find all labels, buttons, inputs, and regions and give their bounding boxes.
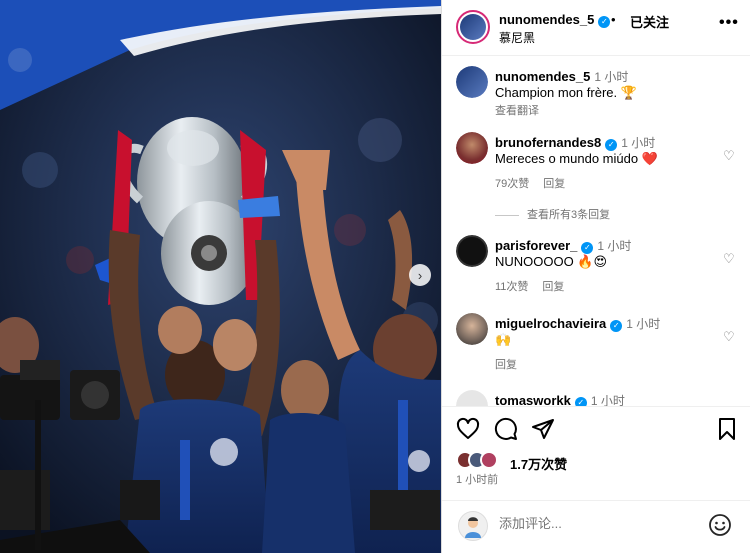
caption-avatar[interactable] bbox=[456, 66, 488, 98]
separator-dot: • bbox=[611, 12, 616, 27]
verified-icon: ✓ bbox=[610, 320, 623, 332]
celebration-photo bbox=[0, 0, 441, 553]
verified-icon: ✓ bbox=[605, 139, 618, 151]
translate-link[interactable]: 查看翻译 bbox=[495, 102, 539, 118]
comment-input[interactable] bbox=[499, 516, 699, 531]
comment-text: Mereces o mundo miúdo ❤️ bbox=[495, 151, 658, 166]
verified-icon: ✓ bbox=[581, 242, 594, 254]
reply-button[interactable]: 回复 bbox=[542, 281, 564, 293]
follow-button[interactable]: 已关注 bbox=[630, 12, 669, 31]
comment-heart-icon[interactable]: ♡ bbox=[723, 251, 735, 267]
comment-meta: 79次赞 回复 bbox=[495, 175, 579, 191]
verified-icon: ✓ bbox=[598, 16, 611, 28]
reply-button[interactable]: 回复 bbox=[543, 178, 565, 190]
post-location[interactable]: 慕尼黑 bbox=[499, 29, 535, 46]
share-icon[interactable] bbox=[531, 417, 555, 441]
commenter-username[interactable]: brunofernandes8 ✓ 1 小时 bbox=[495, 134, 655, 151]
commenter-username-text[interactable]: brunofernandes8 bbox=[495, 135, 601, 150]
verified-icon: ✓ bbox=[574, 397, 587, 406]
commenter-username[interactable]: tomasworkk ✓ 1 小时 bbox=[495, 392, 625, 406]
commenter-avatar[interactable] bbox=[456, 235, 488, 267]
commenter-username-text[interactable]: tomasworkk bbox=[495, 393, 571, 406]
commenter-username-text[interactable]: parisforever_ bbox=[495, 238, 577, 253]
comment-meta: 11次赞 回复 bbox=[495, 278, 578, 294]
chevron-right-icon[interactable]: › bbox=[409, 264, 431, 286]
comment-time: 1 小时 bbox=[626, 317, 661, 331]
post-header: nunomendes_5 ✓ • 已关注 慕尼黑 ••• bbox=[442, 0, 750, 56]
user-avatar-icon bbox=[465, 517, 481, 538]
author-avatar[interactable] bbox=[456, 10, 490, 44]
comment-time: 1 小时 bbox=[597, 239, 632, 253]
comment-likes[interactable]: 79次赞 bbox=[495, 178, 529, 190]
commenter-username[interactable]: miguelrochavieira ✓ 1 小时 bbox=[495, 315, 660, 332]
current-user-avatar bbox=[458, 511, 488, 541]
view-replies-button[interactable]: 查看所有3条回复 bbox=[495, 206, 610, 222]
post-timestamp[interactable]: 1 小时前 bbox=[456, 471, 498, 487]
commenter-avatar[interactable] bbox=[456, 313, 488, 345]
comment-icon[interactable] bbox=[494, 417, 518, 441]
comments-list[interactable]: nunomendes_5 1 小时 Champion mon frère. 🏆 查… bbox=[442, 56, 750, 406]
comment-text: NUNOOOOO 🔥😍 bbox=[495, 254, 608, 269]
post-sidebar: nunomendes_5 ✓ • 已关注 慕尼黑 ••• nunomendes_5… bbox=[441, 0, 750, 553]
comment-meta: 回复 bbox=[495, 356, 531, 372]
bookmark-icon[interactable] bbox=[715, 417, 739, 441]
commenter-avatar[interactable] bbox=[456, 390, 488, 406]
comment-text: 🙌 bbox=[495, 332, 512, 347]
caption-text: Champion mon frère. 🏆 bbox=[495, 85, 637, 100]
author-username-text[interactable]: nunomendes_5 bbox=[499, 12, 594, 27]
heart-icon[interactable] bbox=[456, 417, 480, 441]
comment-likes[interactable]: 11次赞 bbox=[495, 281, 528, 293]
liker-avatar bbox=[480, 451, 498, 469]
author-username[interactable]: nunomendes_5 ✓ bbox=[499, 12, 611, 28]
comment-time: 1 小时 bbox=[590, 394, 625, 406]
post-photo: › bbox=[0, 0, 441, 553]
reply-button[interactable]: 回复 bbox=[495, 359, 517, 371]
post-actions: 1.7万次赞 1 小时前 bbox=[442, 406, 750, 512]
emoji-icon[interactable] bbox=[708, 513, 732, 537]
caption-username[interactable]: nunomendes_5 1 小时 bbox=[495, 68, 628, 85]
comment-heart-icon[interactable]: ♡ bbox=[723, 329, 735, 345]
more-options-icon[interactable]: ••• bbox=[719, 14, 739, 32]
comment-heart-icon[interactable]: ♡ bbox=[723, 148, 735, 164]
commenter-username-text[interactable]: miguelrochavieira bbox=[495, 316, 606, 331]
add-comment-bar bbox=[442, 500, 750, 553]
commenter-avatar[interactable] bbox=[456, 132, 488, 164]
comment-time: 1 小时 bbox=[621, 136, 656, 150]
likes-count[interactable]: 1.7万次赞 bbox=[510, 454, 567, 473]
caption-time: 1 小时 bbox=[594, 70, 629, 84]
caption-username-text[interactable]: nunomendes_5 bbox=[495, 69, 590, 84]
commenter-username[interactable]: parisforever_ ✓ 1 小时 bbox=[495, 237, 631, 254]
